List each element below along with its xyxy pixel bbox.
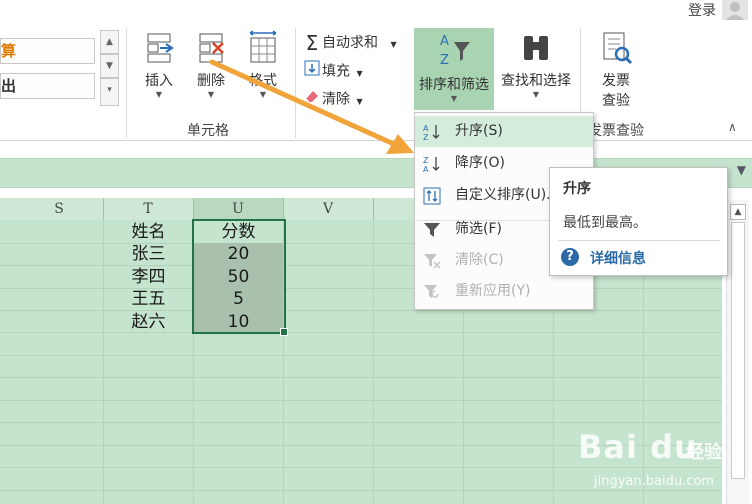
menu-label: 自定义排序(U)...: [455, 187, 560, 203]
svg-text:A: A: [423, 124, 429, 133]
menu-label: 清除(C): [455, 252, 504, 268]
clear-filter-icon: [424, 254, 441, 269]
tooltip-more-info-link[interactable]: 详细信息: [590, 248, 646, 268]
help-icon: ?: [561, 248, 579, 266]
watermark-url: jingyan.baidu.com: [594, 474, 714, 489]
menu-item-sort-ascending[interactable]: A Z 升序(S): [415, 116, 593, 147]
filter-icon: [424, 223, 440, 237]
tooltip-title: 升序: [563, 181, 591, 197]
watermark-brand: 经验: [686, 442, 722, 463]
svg-text:Z: Z: [423, 133, 429, 141]
menu-label: 筛选(F): [455, 221, 502, 237]
menu-label: 重新应用(Y): [455, 283, 531, 299]
sort-ascending-tooltip: 升序 最低到最高。 ? 详细信息: [549, 167, 728, 276]
reapply-icon: [424, 285, 439, 298]
tooltip-description: 最低到最高。: [563, 215, 647, 231]
sort-ascending-icon: A Z: [423, 124, 440, 141]
watermark-logo: Bai du: [578, 428, 698, 466]
svg-text:Z: Z: [423, 156, 429, 165]
menu-label: 升序(S): [455, 123, 503, 139]
sort-descending-icon: Z A: [423, 156, 440, 173]
tooltip-separator: [558, 240, 720, 241]
custom-sort-icon: [423, 187, 441, 205]
menu-label: 降序(O): [455, 155, 505, 171]
menu-item-reapply[interactable]: 重新应用(Y): [415, 276, 593, 307]
svg-text:A: A: [423, 165, 429, 173]
